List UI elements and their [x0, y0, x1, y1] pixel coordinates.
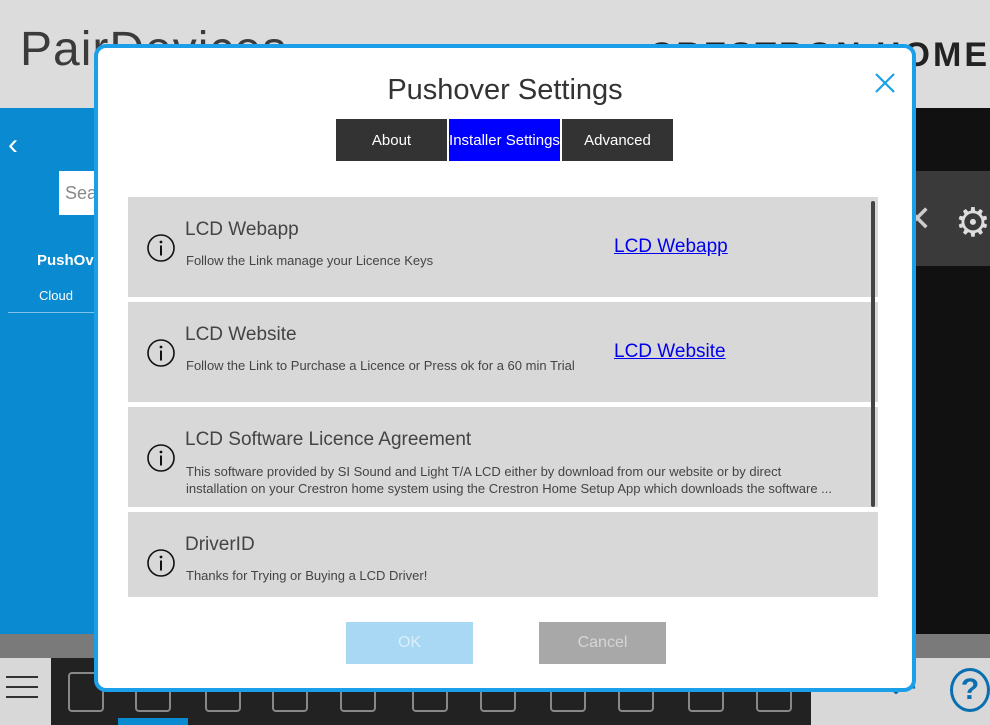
webapp-link[interactable]: LCD Webapp [614, 236, 728, 258]
row-description: Follow the Link manage your Licence Keys [186, 253, 434, 268]
row-description: This software provided by SI Sound and L… [186, 464, 832, 496]
menu-icon[interactable] [6, 676, 38, 706]
row-title: LCD Webapp [185, 219, 299, 240]
ok-button[interactable]: OK [346, 622, 473, 664]
info-icon [146, 233, 176, 263]
settings-list[interactable]: LCD Webapp Follow the Link manage your L… [128, 197, 878, 597]
row-title: LCD Website [185, 324, 297, 345]
info-icon [146, 548, 176, 578]
list-item: LCD Website Follow the Link to Purchase … [128, 302, 878, 402]
active-tab-indicator [118, 718, 188, 725]
gear-icon[interactable]: ⚙ [955, 200, 990, 246]
tab-installer-settings[interactable]: Installer Settings [449, 119, 560, 161]
help-icon[interactable]: ? [950, 668, 990, 712]
close-dialog-icon[interactable] [868, 66, 902, 100]
settings-tabs: About Installer Settings Advanced [336, 119, 673, 161]
info-icon [146, 443, 176, 473]
list-item: LCD Software Licence Agreement This soft… [128, 407, 878, 507]
row-description: Thanks for Trying or Buying a LCD Driver… [186, 568, 428, 583]
row-title: LCD Software Licence Agreement [185, 429, 472, 450]
info-icon [146, 338, 176, 368]
list-item: DriverID Thanks for Trying or Buying a L… [128, 512, 878, 597]
back-chevron-icon[interactable]: ‹ [8, 128, 18, 162]
row-title: DriverID [185, 534, 255, 555]
cancel-button[interactable]: Cancel [539, 622, 666, 664]
settings-dialog: Pushover Settings About Installer Settin… [94, 44, 916, 692]
dialog-title: Pushover Settings [387, 74, 623, 106]
website-link[interactable]: LCD Website [614, 341, 726, 363]
row-description: Follow the Link to Purchase a Licence or… [186, 358, 575, 373]
device-type: Cloud [39, 288, 73, 303]
tab-about[interactable]: About [336, 119, 447, 161]
list-scrollbar[interactable] [871, 201, 875, 507]
list-item: LCD Webapp Follow the Link manage your L… [128, 197, 878, 297]
tab-advanced[interactable]: Advanced [562, 119, 673, 161]
